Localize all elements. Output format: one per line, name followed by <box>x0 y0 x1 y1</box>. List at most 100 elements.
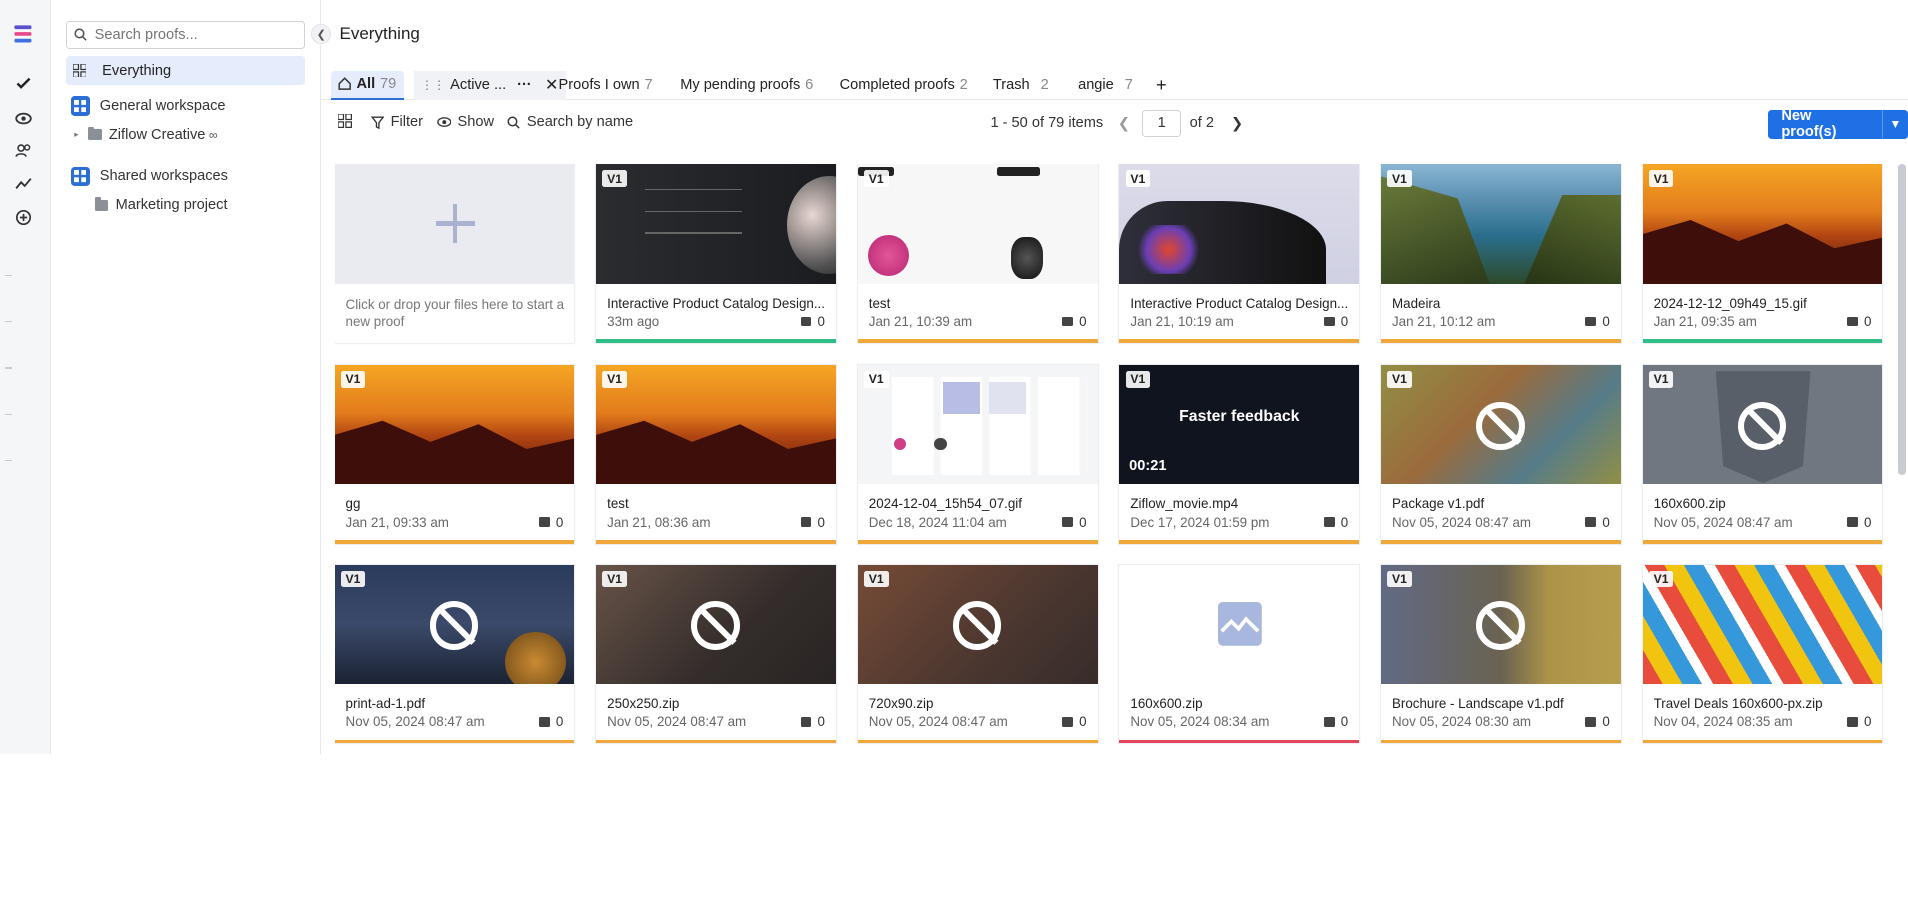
view-toggle-button[interactable] <box>338 114 352 128</box>
filter-button[interactable]: Filter <box>371 114 423 130</box>
proof-card[interactable]: Faster feedback 00:21 V1 Ziflow_movie.mp… <box>1119 365 1360 544</box>
proof-thumbnail[interactable]: V1 <box>1642 365 1883 485</box>
tab-trash[interactable]: Trash 2 <box>993 71 1049 100</box>
search-input[interactable] <box>94 26 290 43</box>
proof-card[interactable]: V1 Package v1.pdf Nov 05, 2024 08:47 am … <box>1381 365 1621 544</box>
scrollbar-thumb[interactable] <box>1898 164 1906 475</box>
show-button[interactable]: Show <box>437 114 494 130</box>
proof-thumbnail[interactable] <box>1119 564 1360 684</box>
proof-card[interactable]: V1 test Jan 21, 10:39 am 0 <box>857 164 1098 344</box>
close-icon[interactable]: ✕ <box>545 75 558 95</box>
comment-count[interactable]: 0 <box>1062 515 1087 530</box>
proof-card[interactable]: V1 test Jan 21, 08:36 am 0 <box>596 365 836 544</box>
proof-card[interactable]: V1 Travel Deals 160x600-px.zip Nov 04, 2… <box>1642 564 1883 744</box>
check-icon[interactable] <box>11 72 35 96</box>
proof-thumbnail[interactable]: V1 <box>596 164 836 284</box>
proof-card[interactable]: V1 Brochure - Landscape v1.pdf Nov 05, 2… <box>1381 564 1621 744</box>
comment-count[interactable]: 0 <box>1062 314 1087 329</box>
comment-count[interactable]: 0 <box>1846 314 1871 329</box>
proof-name[interactable]: Ziflow_movie.mp4 <box>1130 496 1351 511</box>
proof-name[interactable]: print-ad-1.pdf <box>346 696 567 711</box>
sidebar-item-ziflow-creative[interactable]: ▸ Ziflow Creative ∞ <box>74 127 218 143</box>
new-proofs-button[interactable]: New proof(s) <box>1768 108 1882 140</box>
tab-completed-proofs[interactable]: Completed proofs 2 <box>840 71 968 100</box>
proof-card[interactable]: V1 250x250.zip Nov 05, 2024 08:47 am 0 <box>596 564 836 744</box>
tab-my-pending-proofs[interactable]: My pending proofs 6 <box>680 71 813 100</box>
comment-count[interactable]: 0 <box>1062 714 1087 729</box>
proof-name[interactable]: Interactive Product Catalog Design... <box>1130 296 1351 311</box>
proof-name[interactable]: 720x90.zip <box>869 696 1090 711</box>
proof-card[interactable]: V1 720x90.zip Nov 05, 2024 08:47 am 0 <box>857 564 1098 744</box>
proof-name[interactable]: 160x600.zip <box>1130 696 1351 711</box>
users-icon[interactable] <box>11 139 35 163</box>
proof-card[interactable]: V1 print-ad-1.pdf Nov 05, 2024 08:47 am … <box>334 564 575 744</box>
dropzone-area[interactable] <box>334 164 575 284</box>
proof-card[interactable]: V1 2024-12-04_15h54_07.gif Dec 18, 2024 … <box>857 365 1098 544</box>
proof-thumbnail[interactable]: V1 <box>1642 564 1883 684</box>
proof-card[interactable]: V1 gg Jan 21, 09:33 am 0 <box>334 365 575 544</box>
proof-thumbnail[interactable]: V1 <box>1381 365 1621 485</box>
add-tab-button[interactable]: + <box>1156 71 1167 100</box>
eye-icon[interactable] <box>11 106 35 130</box>
proof-card[interactable]: V1 Interactive Product Catalog Design...… <box>1119 164 1360 344</box>
new-proofs-dropdown[interactable]: ▼ <box>1881 109 1908 139</box>
analytics-icon[interactable] <box>11 172 35 196</box>
proof-thumbnail[interactable]: V1 <box>857 564 1098 684</box>
add-circle-icon[interactable] <box>11 206 35 230</box>
expand-arrow-icon[interactable]: ▸ <box>74 129 78 140</box>
search-by-name-button[interactable]: Search by name <box>507 114 633 130</box>
comment-count[interactable]: 0 <box>1846 515 1871 530</box>
proof-name[interactable]: gg <box>346 496 567 511</box>
comment-count[interactable]: 0 <box>1323 714 1348 729</box>
comment-count[interactable]: 0 <box>1585 314 1610 329</box>
proof-name[interactable]: 160x600.zip <box>1654 496 1875 511</box>
proof-thumbnail[interactable]: V1 <box>596 365 836 485</box>
proof-thumbnail[interactable]: V1 <box>857 365 1098 485</box>
next-page-icon[interactable]: ❯ <box>1231 115 1243 132</box>
comment-count[interactable]: 0 <box>538 515 563 530</box>
sidebar-item-everything[interactable]: Everything <box>65 55 306 86</box>
comment-count[interactable]: 0 <box>1585 515 1610 530</box>
proof-name[interactable]: Madeira <box>1392 296 1613 311</box>
more-icon[interactable]: ··· <box>517 77 532 93</box>
comment-count[interactable]: 0 <box>1846 714 1871 729</box>
proof-name[interactable]: Interactive Product Catalog Design... <box>607 296 828 311</box>
comment-count[interactable]: 0 <box>800 515 825 530</box>
sidebar-item-marketing-project[interactable]: Marketing project <box>94 197 228 213</box>
sidebar-item-shared-workspaces[interactable]: Shared workspaces <box>70 166 228 187</box>
sidebar-item-general-workspace[interactable]: General workspace <box>70 96 226 116</box>
ziflow-logo-icon[interactable] <box>12 23 34 45</box>
proof-name[interactable]: 2024-12-12_09h49_15.gif <box>1654 296 1875 311</box>
proof-thumbnail[interactable]: V1 <box>596 564 836 684</box>
proof-thumbnail[interactable]: V1 <box>1119 164 1360 284</box>
proof-card[interactable]: V1 Madeira Jan 21, 10:12 am 0 <box>1381 164 1621 344</box>
proof-name[interactable]: 2024-12-04_15h54_07.gif <box>869 496 1090 511</box>
proof-card[interactable]: V1 160x600.zip Nov 05, 2024 08:47 am 0 <box>1642 365 1883 544</box>
tab-angie[interactable]: angie 7 <box>1078 71 1133 100</box>
proof-thumbnail[interactable]: V1 <box>1381 564 1621 684</box>
comment-count[interactable]: 0 <box>538 714 563 729</box>
proof-name[interactable]: Brochure - Landscape v1.pdf <box>1392 696 1613 711</box>
comment-count[interactable]: 0 <box>1585 714 1610 729</box>
proof-thumbnail[interactable]: V1 <box>334 564 575 684</box>
comment-count[interactable]: 0 <box>1323 515 1348 530</box>
tab-all[interactable]: All 79 <box>330 70 404 100</box>
proof-thumbnail[interactable]: V1 <box>1381 164 1621 284</box>
tab-active[interactable]: ⋮⋮ Active ... ··· ✕ <box>413 70 566 100</box>
proof-name[interactable]: Package v1.pdf <box>1392 496 1613 511</box>
proof-thumbnail[interactable]: V1 <box>334 365 575 485</box>
prev-page-icon[interactable]: ❮ <box>1118 115 1130 132</box>
proof-name[interactable]: test <box>607 496 828 511</box>
search-box[interactable] <box>65 20 306 49</box>
tab-proofs-i-own[interactable]: Proofs I own 7 <box>559 71 653 100</box>
proof-card[interactable]: V1 2024-12-12_09h49_15.gif Jan 21, 09:35… <box>1642 164 1883 344</box>
drag-handle-icon[interactable]: ⋮⋮ <box>421 78 445 92</box>
proof-card[interactable]: 160x600.zip Nov 05, 2024 08:34 am 0 <box>1119 564 1360 744</box>
page-input[interactable]: 1 <box>1142 109 1182 138</box>
proof-thumbnail[interactable]: Faster feedback 00:21 V1 <box>1119 365 1360 485</box>
proof-card[interactable]: V1 Interactive Product Catalog Design...… <box>596 164 836 344</box>
comment-count[interactable]: 0 <box>1323 314 1348 329</box>
comment-count[interactable]: 0 <box>800 714 825 729</box>
proof-name[interactable]: 250x250.zip <box>607 696 828 711</box>
proof-name[interactable]: test <box>869 296 1090 311</box>
